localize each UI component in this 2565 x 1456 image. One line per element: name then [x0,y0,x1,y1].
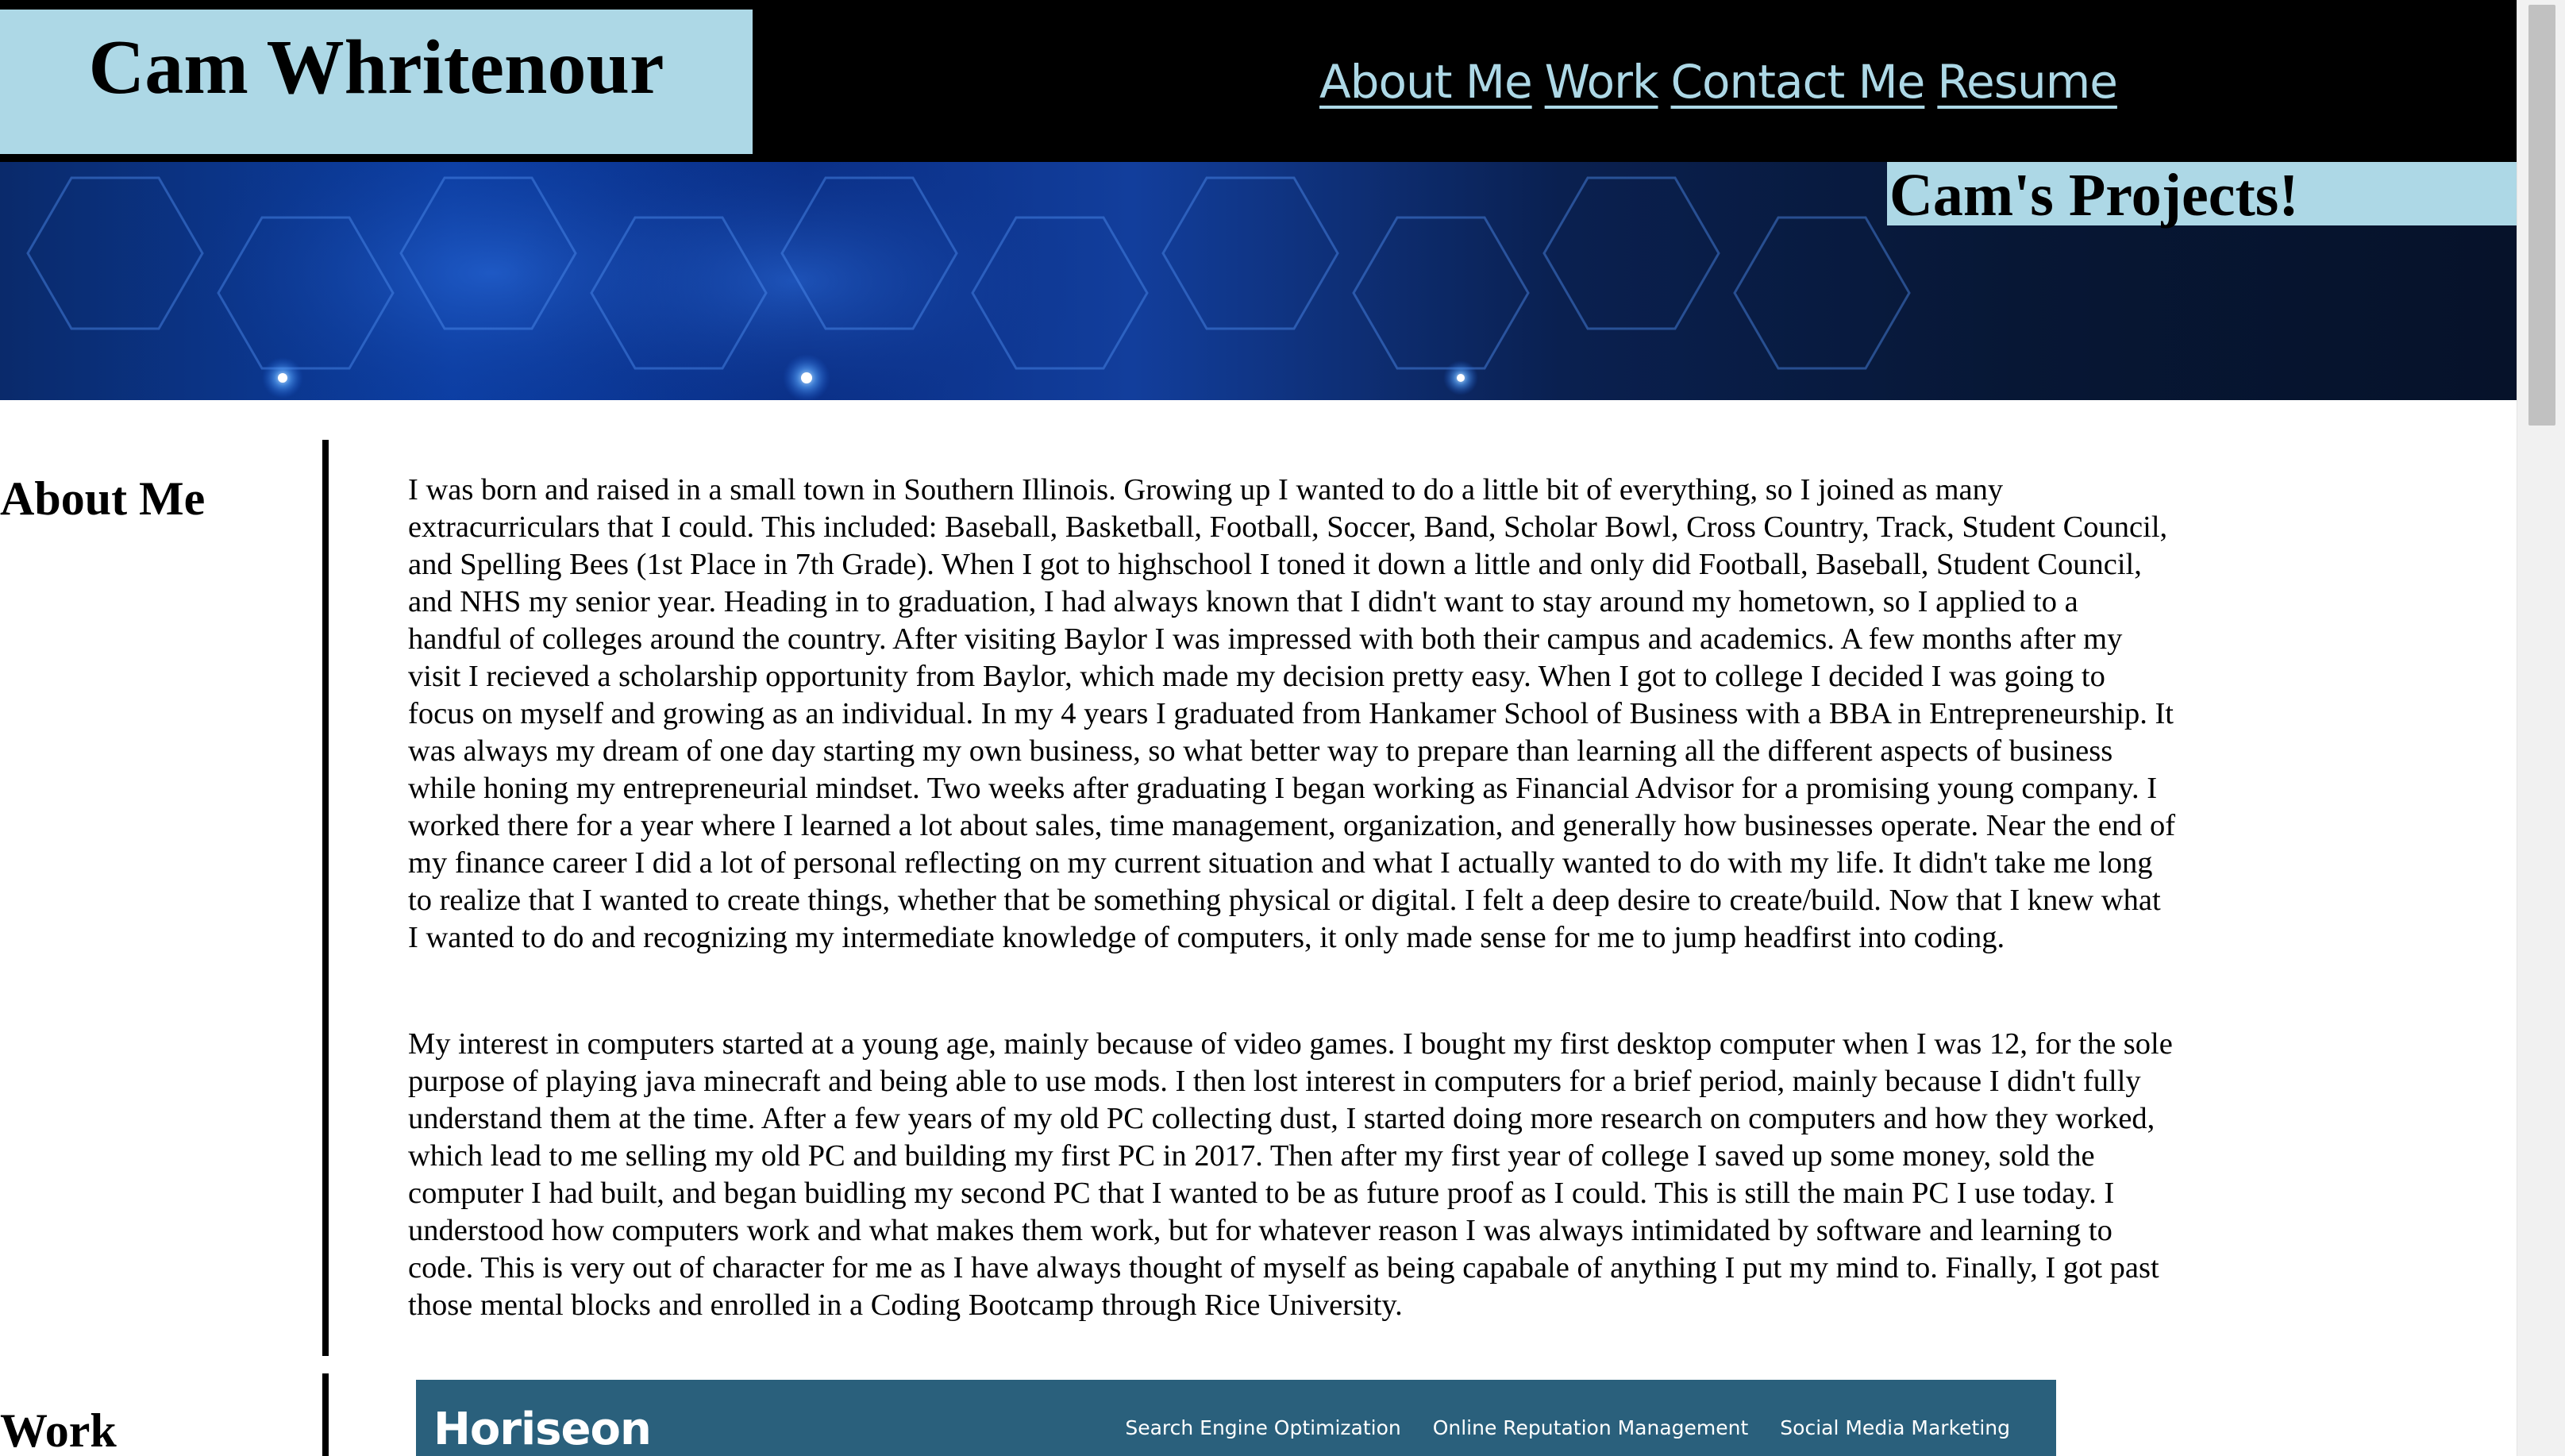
preview-nav-item: Online Reputation Management [1432,1416,1749,1439]
hero-title: Cam's Projects! [1889,162,2299,229]
nav-link-about-me[interactable]: About Me [1319,46,1533,117]
brand-box: Cam Whritenour [0,10,753,154]
work-divider [322,1373,329,1456]
site-header: Cam Whritenour About Me Work Contact Me … [0,0,2517,162]
site-title: Cam Whritenour [88,25,664,110]
scrollbar-thumb[interactable] [2528,5,2555,426]
nav-link-work[interactable]: Work [1545,46,1659,117]
about-paragraph-1: I was born and raised in a small town in… [408,473,2176,954]
about-paragraph-2: My interest in computers started at a yo… [408,1027,2173,1322]
project-preview-image[interactable]: Horiseon Search Engine Optimization Onli… [416,1380,2056,1456]
preview-nav-item: Search Engine Optimization [1125,1416,1401,1439]
about-heading: About Me [0,472,206,525]
nav-link-resume[interactable]: Resume [1937,46,2118,117]
work-heading: Work [0,1404,117,1456]
about-divider [322,440,329,1356]
preview-nav-item: Social Media Marketing [1780,1416,2010,1439]
hero-banner: Cam's Projects! [0,162,2517,400]
vertical-scrollbar[interactable] [2517,0,2565,1456]
preview-brand-logo: Horiseon [433,1404,652,1455]
nav-link-contact-me[interactable]: Contact Me [1671,46,1926,117]
main-nav: About Me Work Contact Me Resume [1319,46,2118,117]
preview-nav: Search Engine Optimization Online Reputa… [1125,1416,2010,1439]
